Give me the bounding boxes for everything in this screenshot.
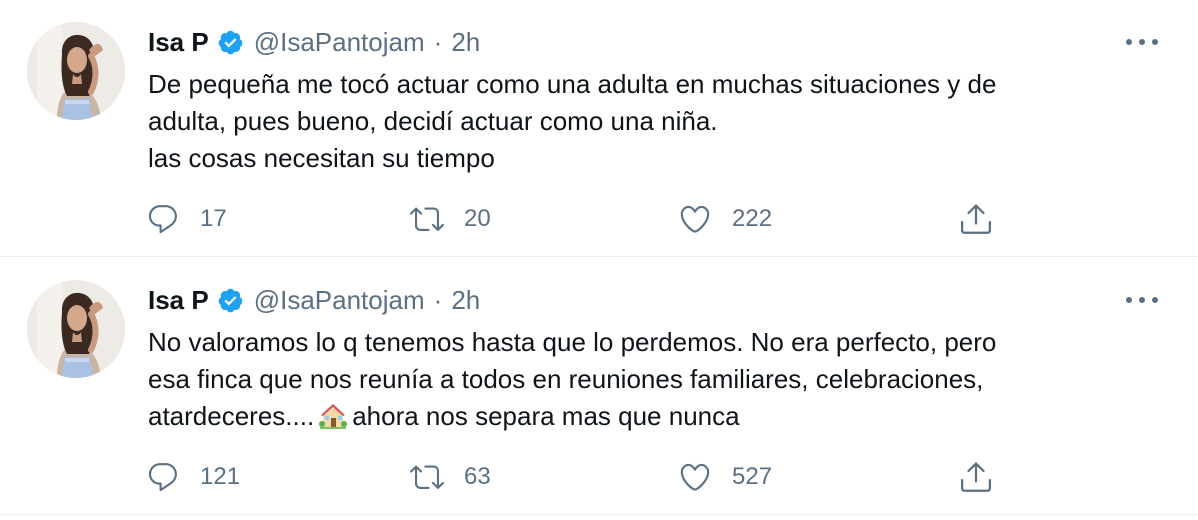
tweet-text-line: esa finca que nos reunía a todos en reun… bbox=[148, 364, 984, 394]
share-button[interactable] bbox=[958, 199, 994, 239]
tweet-text-fragment: ahora nos separa mas que nunca bbox=[352, 401, 740, 431]
tweet-text: De pequeña me tocó actuar como una adult… bbox=[148, 66, 1178, 177]
share-upload-icon bbox=[961, 204, 991, 234]
tweet-text-line: las cosas necesitan su tiempo bbox=[148, 143, 495, 173]
author-handle[interactable]: @IsaPantojam bbox=[254, 27, 425, 58]
tweet-text-fragment: atardeceres.... bbox=[148, 401, 315, 431]
tweet-time[interactable]: 2h bbox=[451, 285, 480, 316]
tweet-text-line: adulta, pues bueno, decidí actuar como u… bbox=[148, 106, 718, 136]
more-dots-icon[interactable] bbox=[1126, 292, 1158, 308]
retweet-button[interactable]: 20 bbox=[410, 199, 491, 239]
tweet-header: Isa P @IsaPantojam · 2h bbox=[148, 24, 480, 60]
tweet-time[interactable]: 2h bbox=[451, 27, 480, 58]
share-button[interactable] bbox=[958, 457, 994, 497]
avatar[interactable] bbox=[27, 22, 125, 120]
separator-dot: · bbox=[433, 284, 443, 315]
author-name[interactable]: Isa P bbox=[148, 27, 209, 58]
tweet-header: Isa P @IsaPantojam · 2h bbox=[148, 282, 480, 318]
tweet-text-line: atardeceres.... ahora nos separa mas que… bbox=[148, 398, 1178, 435]
divider bbox=[0, 256, 1198, 257]
like-count: 527 bbox=[732, 463, 773, 490]
house-with-garden-emoji-icon bbox=[318, 401, 348, 429]
avatar[interactable] bbox=[27, 280, 125, 378]
retweet-count: 20 bbox=[464, 205, 491, 232]
tweet[interactable]: Isa P @IsaPantojam · 2h De pequeña me to… bbox=[0, 0, 1198, 258]
author-name[interactable]: Isa P bbox=[148, 285, 209, 316]
retweet-arrows-icon bbox=[410, 465, 444, 489]
separator-dot: · bbox=[433, 26, 443, 57]
tweet-text: No valoramos lo q tenemos hasta que lo p… bbox=[148, 324, 1178, 435]
tweet-text-line: De pequeña me tocó actuar como una adult… bbox=[148, 69, 997, 99]
retweet-button[interactable]: 63 bbox=[410, 457, 491, 497]
reply-count: 121 bbox=[200, 463, 241, 490]
reply-count: 17 bbox=[200, 205, 227, 232]
author-handle[interactable]: @IsaPantojam bbox=[254, 285, 425, 316]
verified-badge-icon bbox=[217, 287, 244, 314]
reply-button[interactable]: 17 bbox=[146, 199, 227, 239]
divider bbox=[0, 514, 1198, 515]
tweet[interactable]: Isa P @IsaPantojam · 2h No valoramos lo … bbox=[0, 258, 1198, 516]
verified-badge-icon bbox=[217, 29, 244, 56]
share-upload-icon bbox=[961, 462, 991, 492]
heart-icon bbox=[680, 205, 710, 233]
speech-bubble-icon bbox=[148, 463, 177, 492]
timeline: Isa P @IsaPantojam · 2h De pequeña me to… bbox=[0, 0, 1198, 520]
retweet-count: 63 bbox=[464, 463, 491, 490]
like-button[interactable]: 222 bbox=[678, 199, 772, 239]
tweet-text-line: No valoramos lo q tenemos hasta que lo p… bbox=[148, 327, 997, 357]
heart-icon bbox=[680, 463, 710, 491]
more-dots-icon[interactable] bbox=[1126, 34, 1158, 50]
reply-button[interactable]: 121 bbox=[146, 457, 240, 497]
speech-bubble-icon bbox=[148, 205, 177, 234]
retweet-arrows-icon bbox=[410, 207, 444, 231]
like-count: 222 bbox=[732, 205, 773, 232]
like-button[interactable]: 527 bbox=[678, 457, 772, 497]
